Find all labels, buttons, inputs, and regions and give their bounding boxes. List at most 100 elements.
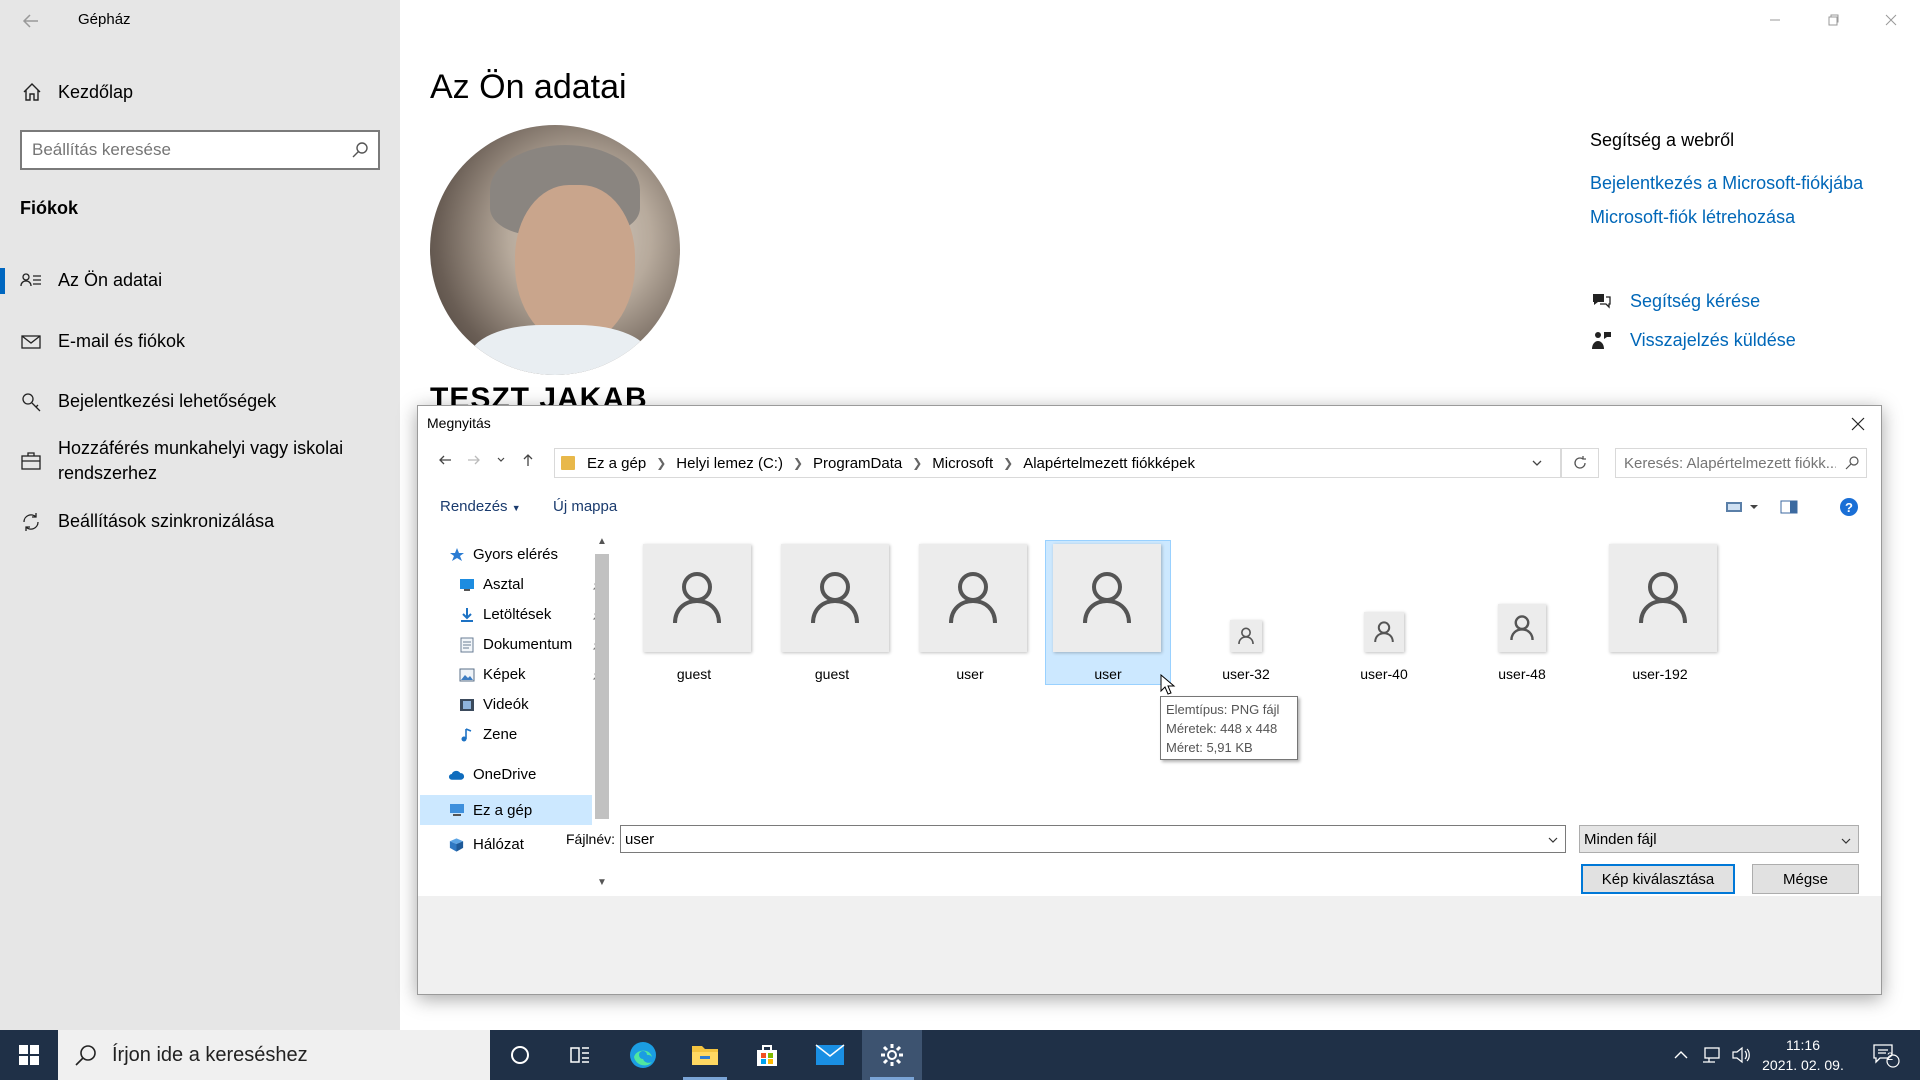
task-view-button[interactable]	[550, 1030, 610, 1080]
clock[interactable]: 11:16 2021. 02. 09.	[1760, 1035, 1846, 1075]
dialog-search-input[interactable]	[1624, 455, 1836, 472]
taskbar-search-box[interactable]: Írjon ide a kereséshez	[58, 1030, 490, 1080]
tree-item-videos[interactable]: Videók	[458, 696, 529, 713]
task-view-icon	[570, 1047, 589, 1063]
signin-microsoft-link[interactable]: Bejelentkezés a Microsoft-fiókjába	[1590, 173, 1863, 194]
scroll-down-icon[interactable]: ▼	[596, 877, 608, 889]
nav-up-button[interactable]	[517, 448, 539, 472]
new-folder-button[interactable]: Új mappa	[553, 498, 617, 515]
chevron-right-icon: ❯	[912, 456, 923, 470]
folder-icon	[561, 456, 575, 470]
nav-back-button[interactable]	[434, 448, 456, 472]
cortana-icon	[511, 1046, 529, 1064]
breadcrumb-item[interactable]: Ez a gép	[587, 455, 646, 472]
file-item[interactable]: user-40	[1321, 540, 1447, 685]
edge-button[interactable]	[613, 1030, 673, 1080]
file-item[interactable]: user-32	[1183, 540, 1309, 685]
home-link[interactable]: Kezdőlap	[20, 80, 133, 104]
file-item[interactable]: guest	[769, 540, 895, 685]
mail-icon	[815, 1044, 845, 1065]
sidebar-item-email[interactable]: E-mail és fiókok	[0, 329, 400, 355]
tree-item-pictures[interactable]: Képek	[458, 666, 603, 683]
nav-forward-button[interactable]	[463, 448, 485, 472]
choose-picture-button[interactable]: Kép kiválasztása	[1581, 864, 1735, 894]
file-item[interactable]: user-48	[1459, 540, 1585, 685]
tree-label: Dokumentum	[483, 636, 573, 653]
breadcrumb-item[interactable]: ProgramData	[813, 455, 902, 472]
preview-pane-icon[interactable]	[1778, 496, 1800, 518]
cancel-button[interactable]: Mégse	[1752, 864, 1859, 894]
pictures-icon	[458, 667, 475, 683]
network-icon	[448, 837, 465, 853]
send-feedback-link[interactable]: Visszajelzés küldése	[1590, 329, 1796, 351]
file-item[interactable]: user-192	[1597, 540, 1723, 685]
tree-label: Asztal	[483, 576, 524, 593]
store-button[interactable]	[737, 1030, 797, 1080]
user-avatar-icon	[643, 544, 751, 652]
chevron-down-icon[interactable]	[1530, 456, 1544, 470]
notification-icon	[1873, 1044, 1900, 1068]
tree-item-documents[interactable]: Dokumentum	[458, 636, 603, 653]
tree-label: Ez a gép	[473, 801, 533, 819]
get-help-link[interactable]: Segítség kérése	[1590, 290, 1760, 312]
search-icon[interactable]	[350, 140, 370, 160]
action-center-button[interactable]: 2	[1862, 1030, 1910, 1080]
filetype-select[interactable]: Minden fájl	[1579, 825, 1859, 853]
file-item[interactable]: guest	[631, 540, 757, 685]
help-icon[interactable]: ?	[1838, 496, 1860, 518]
chevron-down-icon[interactable]	[1547, 833, 1559, 845]
tree-item-desktop[interactable]: Asztal	[458, 576, 603, 593]
dialog-search-box[interactable]	[1615, 448, 1867, 478]
minimize-button[interactable]	[1752, 6, 1798, 34]
network-tray-button[interactable]	[1698, 1030, 1724, 1080]
create-microsoft-account-link[interactable]: Microsoft-fiók létrehozása	[1590, 207, 1795, 228]
file-explorer-button[interactable]	[675, 1030, 735, 1080]
address-bar[interactable]: Ez a gép ❯ Helyi lemez (C:) ❯ ProgramDat…	[554, 448, 1561, 478]
show-hidden-icons-button[interactable]	[1668, 1030, 1694, 1080]
recent-locations-button[interactable]	[490, 448, 512, 472]
breadcrumb-item[interactable]: Microsoft	[932, 455, 993, 472]
tree-item-network[interactable]: Hálózat	[448, 836, 524, 853]
maximize-button[interactable]	[1810, 6, 1856, 34]
app-title: Gépház	[78, 11, 131, 28]
chevron-right-icon: ❯	[1003, 456, 1014, 470]
cortana-button[interactable]	[490, 1030, 550, 1080]
person-list-icon	[20, 270, 42, 292]
filename-combobox[interactable]	[620, 825, 1566, 853]
tree-item-quick-access[interactable]: Gyors elérés	[448, 546, 558, 563]
settings-search-input[interactable]	[32, 140, 332, 160]
sidebar-item-work-access[interactable]: Hozzáférés munkahelyi vagy iskolai rends…	[0, 436, 400, 488]
volume-tray-button[interactable]	[1728, 1030, 1754, 1080]
back-arrow-icon[interactable]	[20, 10, 42, 32]
sidebar-item-your-info[interactable]: Az Ön adatai	[0, 268, 400, 294]
tree-item-onedrive[interactable]: OneDrive	[448, 766, 536, 783]
breadcrumb-item[interactable]: Alapértelmezett fiókképek	[1023, 455, 1195, 472]
tree-item-downloads[interactable]: Letöltések	[458, 606, 603, 623]
tooltip-type: Elemtípus: PNG fájl	[1166, 702, 1280, 717]
refresh-button[interactable]	[1561, 448, 1599, 478]
sidebar-item-signin[interactable]: Bejelentkezési lehetőségek	[0, 389, 400, 415]
file-item-selected[interactable]: user	[1045, 540, 1171, 685]
sidebar-item-sync[interactable]: Beállítások szinkronizálása	[0, 509, 400, 535]
settings-app-button[interactable]	[862, 1030, 922, 1080]
dialog-close-button[interactable]	[1843, 410, 1873, 438]
view-options-button[interactable]	[1724, 496, 1764, 518]
file-name: user-48	[1498, 666, 1546, 682]
settings-search-box[interactable]	[20, 130, 380, 170]
scrollbar-thumb[interactable]	[595, 554, 609, 819]
videos-icon	[458, 697, 475, 713]
organize-menu[interactable]: Rendezés ▼	[440, 498, 521, 515]
start-button[interactable]	[0, 1030, 58, 1080]
file-name: guest	[676, 666, 712, 682]
tree-item-this-pc[interactable]: Ez a gép	[420, 795, 592, 825]
breadcrumb-item[interactable]: Helyi lemez (C:)	[676, 455, 783, 472]
close-button[interactable]	[1868, 6, 1914, 34]
file-item[interactable]: user	[907, 540, 1033, 685]
filename-input[interactable]	[625, 831, 1565, 848]
computer-icon	[448, 802, 465, 818]
scroll-up-icon[interactable]: ▲	[596, 536, 608, 548]
mail-app-button[interactable]	[800, 1030, 860, 1080]
search-icon[interactable]	[1844, 455, 1860, 471]
tree-item-music[interactable]: Zene	[458, 726, 517, 743]
edge-icon	[630, 1042, 656, 1068]
